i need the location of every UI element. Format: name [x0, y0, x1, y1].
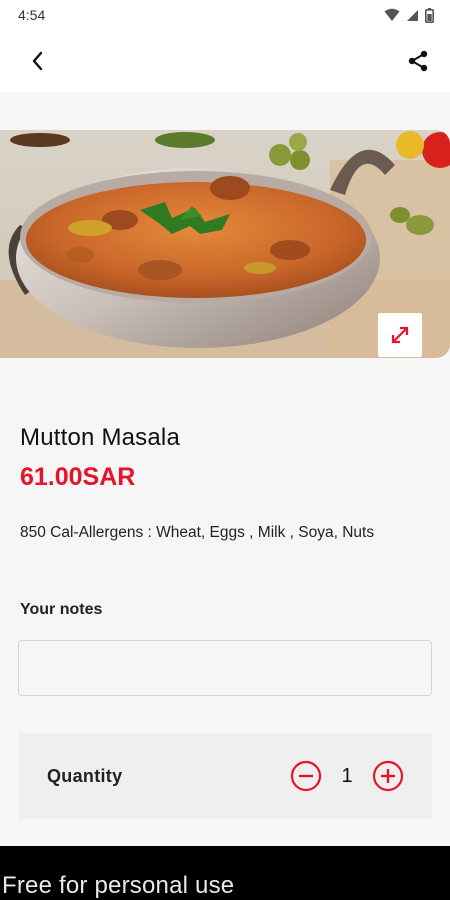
dish-price: 61.00SAR	[20, 463, 136, 491]
battery-icon	[425, 7, 434, 23]
status-icons	[384, 7, 434, 23]
footer-bar: Free for personal use	[0, 846, 450, 900]
app-bar	[0, 30, 450, 92]
share-button[interactable]	[402, 45, 434, 77]
arrow-back-icon	[32, 51, 43, 71]
signal-icon	[407, 9, 418, 21]
footer-watermark: Free for personal use	[2, 872, 235, 899]
decrease-quantity-button[interactable]	[290, 760, 322, 792]
minus-circle-icon	[290, 760, 322, 792]
expand-icon	[391, 326, 409, 344]
status-bar: 4:54	[0, 0, 450, 30]
back-button[interactable]	[22, 45, 54, 77]
share-icon	[408, 50, 428, 72]
quantity-value: 1	[341, 765, 353, 787]
increase-quantity-button[interactable]	[372, 760, 404, 792]
dish-image	[0, 130, 450, 358]
plus-circle-icon	[372, 760, 404, 792]
dish-calories-allergens: 850 Cal-Allergens : Wheat, Eggs , Milk ,…	[20, 524, 375, 541]
quantity-card: Quantity 1	[18, 733, 432, 819]
notes-input[interactable]	[18, 640, 432, 696]
wifi-icon	[384, 8, 400, 21]
status-time: 4:54	[18, 7, 46, 23]
dish-name: Mutton Masala	[20, 424, 181, 451]
notes-label: Your notes	[20, 601, 103, 618]
quantity-label: Quantity	[47, 766, 123, 786]
expand-image-button[interactable]	[378, 313, 422, 357]
